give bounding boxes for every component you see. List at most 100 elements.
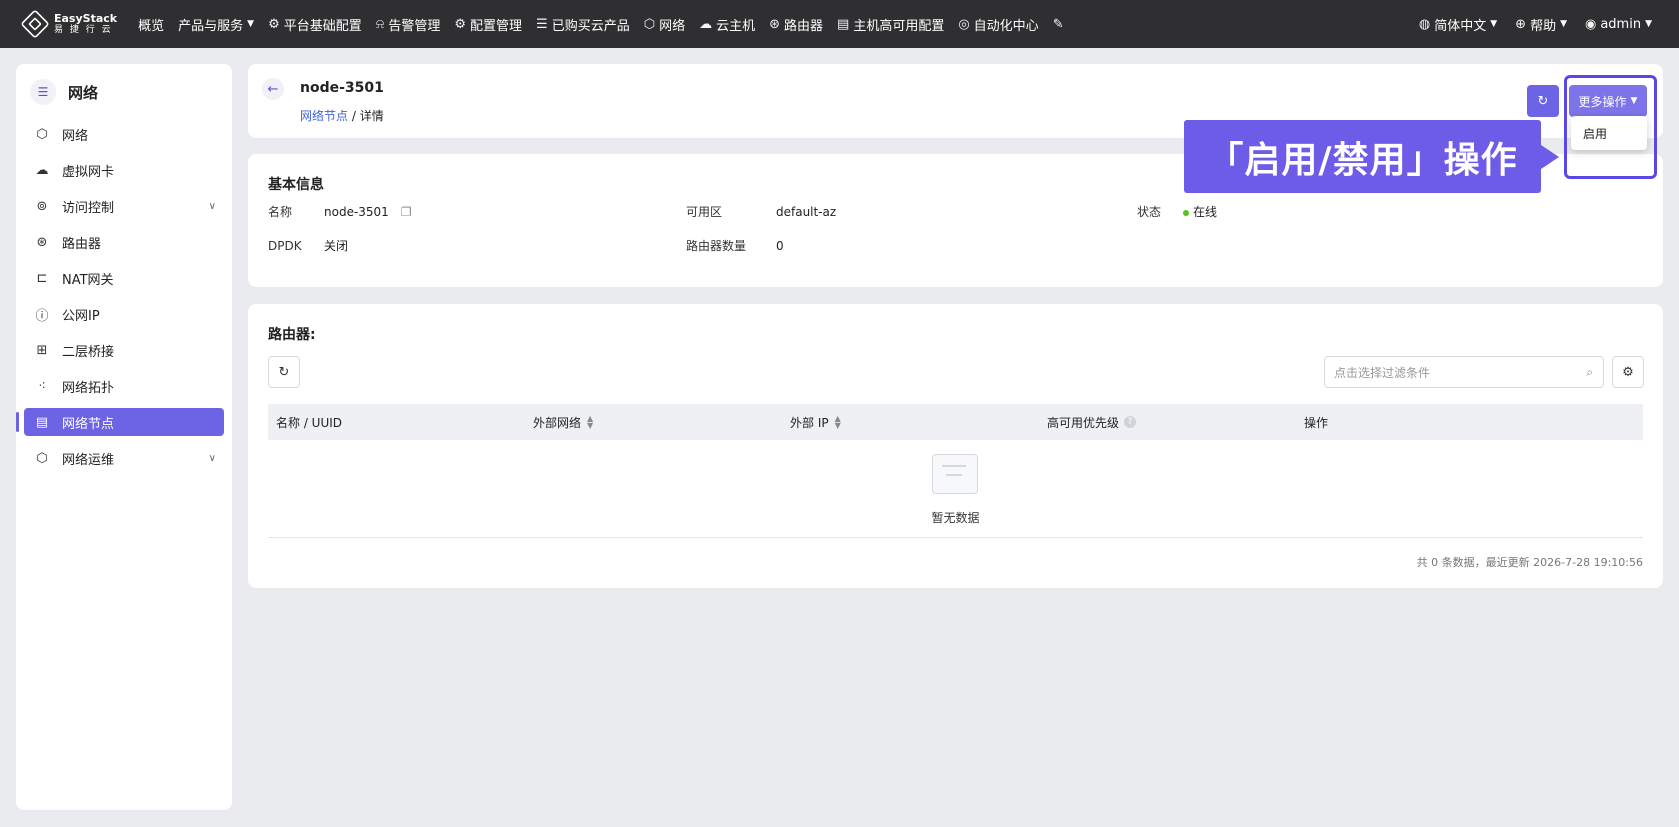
breadcrumb-separator: / bbox=[351, 109, 356, 123]
active-indicator bbox=[16, 412, 19, 432]
pin-icon: ✎ bbox=[1052, 16, 1064, 32]
node-icon: ▤ bbox=[35, 414, 49, 430]
sort-icon[interactable]: ▲ ▼ bbox=[835, 415, 841, 430]
menu-icon[interactable]: ☰ bbox=[30, 79, 56, 105]
nav-label: 已购买云产品 bbox=[551, 18, 630, 34]
router-icon: ⊛ bbox=[769, 16, 780, 32]
search-placeholder: 点击选择过滤条件 bbox=[1334, 365, 1431, 380]
gear-icon: ⚙ bbox=[454, 16, 467, 32]
alarm-icon: ⍾ bbox=[375, 16, 385, 32]
sidebar-item-virtual-nic[interactable]: ☁ 虚拟网卡 bbox=[24, 156, 224, 184]
column-settings-button[interactable]: ⚙ bbox=[1612, 356, 1644, 388]
empty-box-icon bbox=[932, 454, 978, 494]
gear-icon: ⚙ bbox=[268, 16, 280, 32]
filter-search-input[interactable]: 点击选择过滤条件 ⌕ bbox=[1324, 356, 1604, 388]
pin-button[interactable]: ✎ bbox=[1046, 0, 1075, 48]
nav-alarm[interactable]: ⍾ 告警管理 bbox=[369, 0, 448, 48]
sidebar-item-label: 网络 bbox=[62, 128, 89, 144]
table-refresh-button[interactable]: ↻ bbox=[268, 356, 300, 388]
nav-automation[interactable]: ◎ 自动化中心 bbox=[951, 0, 1045, 48]
refresh-icon: ↻ bbox=[1537, 93, 1549, 109]
az-field: 可用区 default-az bbox=[686, 203, 836, 220]
name-label: 名称 bbox=[268, 205, 293, 219]
nav-label: 概览 bbox=[138, 18, 165, 34]
sidebar-item-nat-gateway[interactable]: ⊏ NAT网关 bbox=[24, 264, 224, 292]
nav-network[interactable]: ⬡ 网络 bbox=[637, 0, 692, 48]
sidebar-item-label: 路由器 bbox=[62, 236, 102, 252]
nav-overview[interactable]: 概览 bbox=[131, 0, 171, 48]
chevron-down-icon: ∨ bbox=[208, 200, 216, 212]
nav-label: 产品与服务 bbox=[178, 18, 244, 34]
router-count-label: 路由器数量 bbox=[686, 239, 747, 253]
az-label: 可用区 bbox=[686, 205, 723, 219]
highlight-frame bbox=[1564, 75, 1657, 179]
nav-products[interactable]: 产品与服务 ▼ bbox=[171, 0, 261, 48]
copy-icon[interactable]: ❐ bbox=[401, 205, 412, 219]
brand-subtitle: 易 捷 行 云 bbox=[54, 25, 113, 35]
nav-router[interactable]: ⊛ 路由器 bbox=[762, 0, 830, 48]
column-external-ip[interactable]: 外部 IP ▲ ▼ bbox=[790, 404, 841, 440]
nav-label: 自动化中心 bbox=[973, 18, 1039, 34]
list-icon: ☰ bbox=[536, 16, 548, 32]
arrow-left-icon: ← bbox=[267, 81, 279, 97]
dpdk-field: DPDK 关闭 bbox=[268, 237, 348, 254]
nav-label: 网络 bbox=[659, 18, 686, 34]
network-icon: ⬡ bbox=[36, 126, 48, 142]
nav-config[interactable]: ⚙ 配置管理 bbox=[447, 0, 529, 48]
az-value: default-az bbox=[776, 205, 837, 219]
nav-label: 平台基础配置 bbox=[283, 18, 362, 34]
sidebar-item-network-node[interactable]: ▤ 网络节点 bbox=[16, 408, 224, 436]
sidebar: ☰ 网络 ⬡ 网络 ☁ 虚拟网卡 ⊚ 访问控制 ∨ ⊛ 路由器 ⊏ NAT网关 ⓘ 公网IP … bbox=[16, 64, 232, 810]
user-menu[interactable]: ◉ admin ▼ bbox=[1576, 0, 1661, 48]
sidebar-item-label: 公网IP bbox=[62, 308, 100, 324]
column-label: 高可用优先级 bbox=[1047, 415, 1120, 430]
column-external-network[interactable]: 外部网络 ▲ ▼ bbox=[533, 404, 593, 440]
sidebar-item-router[interactable]: ⊛ 路由器 bbox=[24, 228, 224, 256]
sidebar-item-network-ops[interactable]: ⬡ 网络运维 ∨ bbox=[24, 444, 224, 472]
refresh-button[interactable]: ↻ bbox=[1527, 85, 1559, 117]
sort-icon[interactable]: ▲ ▼ bbox=[587, 415, 593, 430]
sidebar-item-topology[interactable]: ⁖ 网络拓扑 bbox=[24, 372, 224, 400]
router-icon: ⊛ bbox=[36, 234, 48, 250]
brand-name: EasyStack bbox=[54, 12, 118, 25]
language-selector[interactable]: ◍ 简体中文 ▼ bbox=[1410, 0, 1506, 48]
status-label: 状态 bbox=[1137, 205, 1162, 219]
breadcrumb-current: 详情 bbox=[359, 109, 384, 123]
nav-label: 告警管理 bbox=[388, 18, 441, 34]
section-title: 基本信息 bbox=[268, 177, 324, 193]
sidebar-header: ☰ 网络 bbox=[16, 64, 232, 120]
empty-text: 暂无数据 bbox=[931, 511, 980, 525]
column-name-uuid: 名称 / UUID bbox=[276, 404, 342, 440]
nat-gateway-icon: ⊏ bbox=[36, 270, 48, 286]
nav-host-ha[interactable]: ▤ 主机高可用配置 bbox=[830, 0, 951, 48]
dpdk-value: 关闭 bbox=[324, 239, 349, 253]
sidebar-item-label: 网络运维 bbox=[62, 452, 115, 468]
help-menu[interactable]: ⊕ 帮助 ▼ bbox=[1506, 0, 1576, 48]
question-icon[interactable]: ? bbox=[1124, 416, 1137, 428]
table-footer-info: 共 0 条数据，最近更新 2026-7-28 19:10:56 bbox=[1416, 556, 1643, 569]
back-button[interactable]: ← bbox=[262, 78, 284, 100]
sidebar-item-label: 虚拟网卡 bbox=[62, 164, 115, 180]
nav-vm[interactable]: ☁ 云主机 bbox=[692, 0, 762, 48]
access-control-icon: ⊚ bbox=[36, 198, 48, 214]
caret-down-icon: ▼ bbox=[1645, 19, 1652, 29]
help-icon: ⊕ bbox=[1515, 16, 1527, 32]
nav-purchased[interactable]: ☰ 已购买云产品 bbox=[529, 0, 637, 48]
public-ip-icon: ⓘ bbox=[35, 308, 49, 324]
sidebar-item-public-ip[interactable]: ⓘ 公网IP bbox=[24, 300, 224, 328]
status-value: 在线 bbox=[1193, 205, 1218, 219]
breadcrumb-link-network-node[interactable]: 网络节点 bbox=[300, 109, 348, 123]
dpdk-label: DPDK bbox=[268, 239, 302, 253]
user-label: admin bbox=[1600, 16, 1642, 32]
caret-down-icon: ▼ bbox=[247, 19, 255, 29]
sidebar-item-access-control[interactable]: ⊚ 访问控制 ∨ bbox=[24, 192, 224, 220]
column-label: 外部网络 bbox=[533, 415, 582, 430]
sidebar-item-network[interactable]: ⬡ 网络 bbox=[24, 120, 224, 148]
bridge-icon: ⊞ bbox=[36, 342, 48, 358]
top-nav-menu: 概览 产品与服务 ▼ ⚙ 平台基础配置 ⍾ 告警管理 ⚙ 配置管理 ☰ 已购买云产品 ⬡ 网… bbox=[131, 0, 1074, 48]
nav-platform-config[interactable]: ⚙ 平台基础配置 bbox=[261, 0, 369, 48]
sidebar-item-l2-bridge[interactable]: ⊞ 二层桥接 bbox=[24, 336, 224, 364]
page-title: node-3501 bbox=[300, 80, 384, 96]
brand-logo[interactable]: EasyStack 易 捷 行 云 bbox=[20, 9, 118, 39]
nav-label: 云主机 bbox=[716, 18, 756, 34]
